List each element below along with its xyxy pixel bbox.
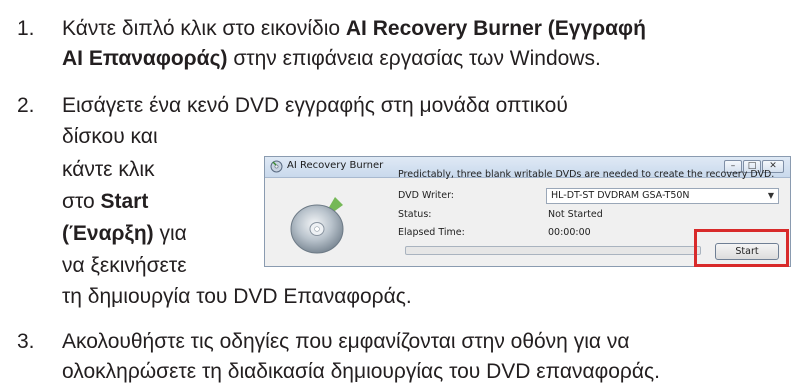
dialog-message: Predictably, three blank writable DVDs a… [398, 169, 775, 180]
step-2-line-4: στο Start [62, 190, 149, 213]
window-title: AI Recovery Burner [287, 160, 384, 171]
dvd-writer-label: DVD Writer: [398, 190, 455, 201]
disc-icon [290, 197, 344, 254]
step-2-line-3: κάντε κλικ [62, 158, 155, 181]
step-3-line-2: ολοκληρώσετε τη διαδικασία δημιουργίας τ… [62, 360, 660, 383]
step-2-line-7: τη δημιουργία του DVD Επαναφοράς. [62, 285, 412, 308]
step-2-line-2: δίσκου και [62, 125, 158, 148]
dvd-writer-value: HL-DT-ST DVDRAM GSA-T50N [551, 190, 690, 201]
burn-progress-bar [405, 246, 701, 255]
step-2-line-6: να ξεκινήσετε [62, 254, 187, 277]
elapsed-time-value: 00:00:00 [548, 227, 591, 238]
elapsed-time-label: Elapsed Time: [398, 227, 465, 238]
dropdown-arrow-icon[interactable]: ▼ [768, 189, 774, 203]
app-icon [270, 160, 283, 173]
step-1-line-2: AI Επαναφοράς) στην επιφάνεια εργασίας τ… [62, 47, 601, 70]
step-2-line-1: Εισάγετε ένα κενό DVD εγγραφής στη μονάδ… [62, 94, 568, 117]
step-2-line-5: (Έναρξη) για [62, 222, 187, 245]
step-number: 2. [17, 94, 35, 117]
status-label: Status: [398, 209, 432, 220]
step-1-line-1: Κάντε διπλό κλικ στο εικονίδιο AI Recove… [62, 17, 646, 40]
start-button-highlight [694, 229, 789, 267]
step-number: 1. [17, 17, 35, 40]
step-3-line-1: Ακολουθήστε τις οδηγίες που εμφανίζονται… [62, 330, 630, 353]
step-number: 3. [17, 330, 35, 353]
dvd-writer-select[interactable]: HL-DT-ST DVDRAM GSA-T50N ▼ [546, 188, 779, 204]
status-value: Not Started [548, 209, 603, 220]
